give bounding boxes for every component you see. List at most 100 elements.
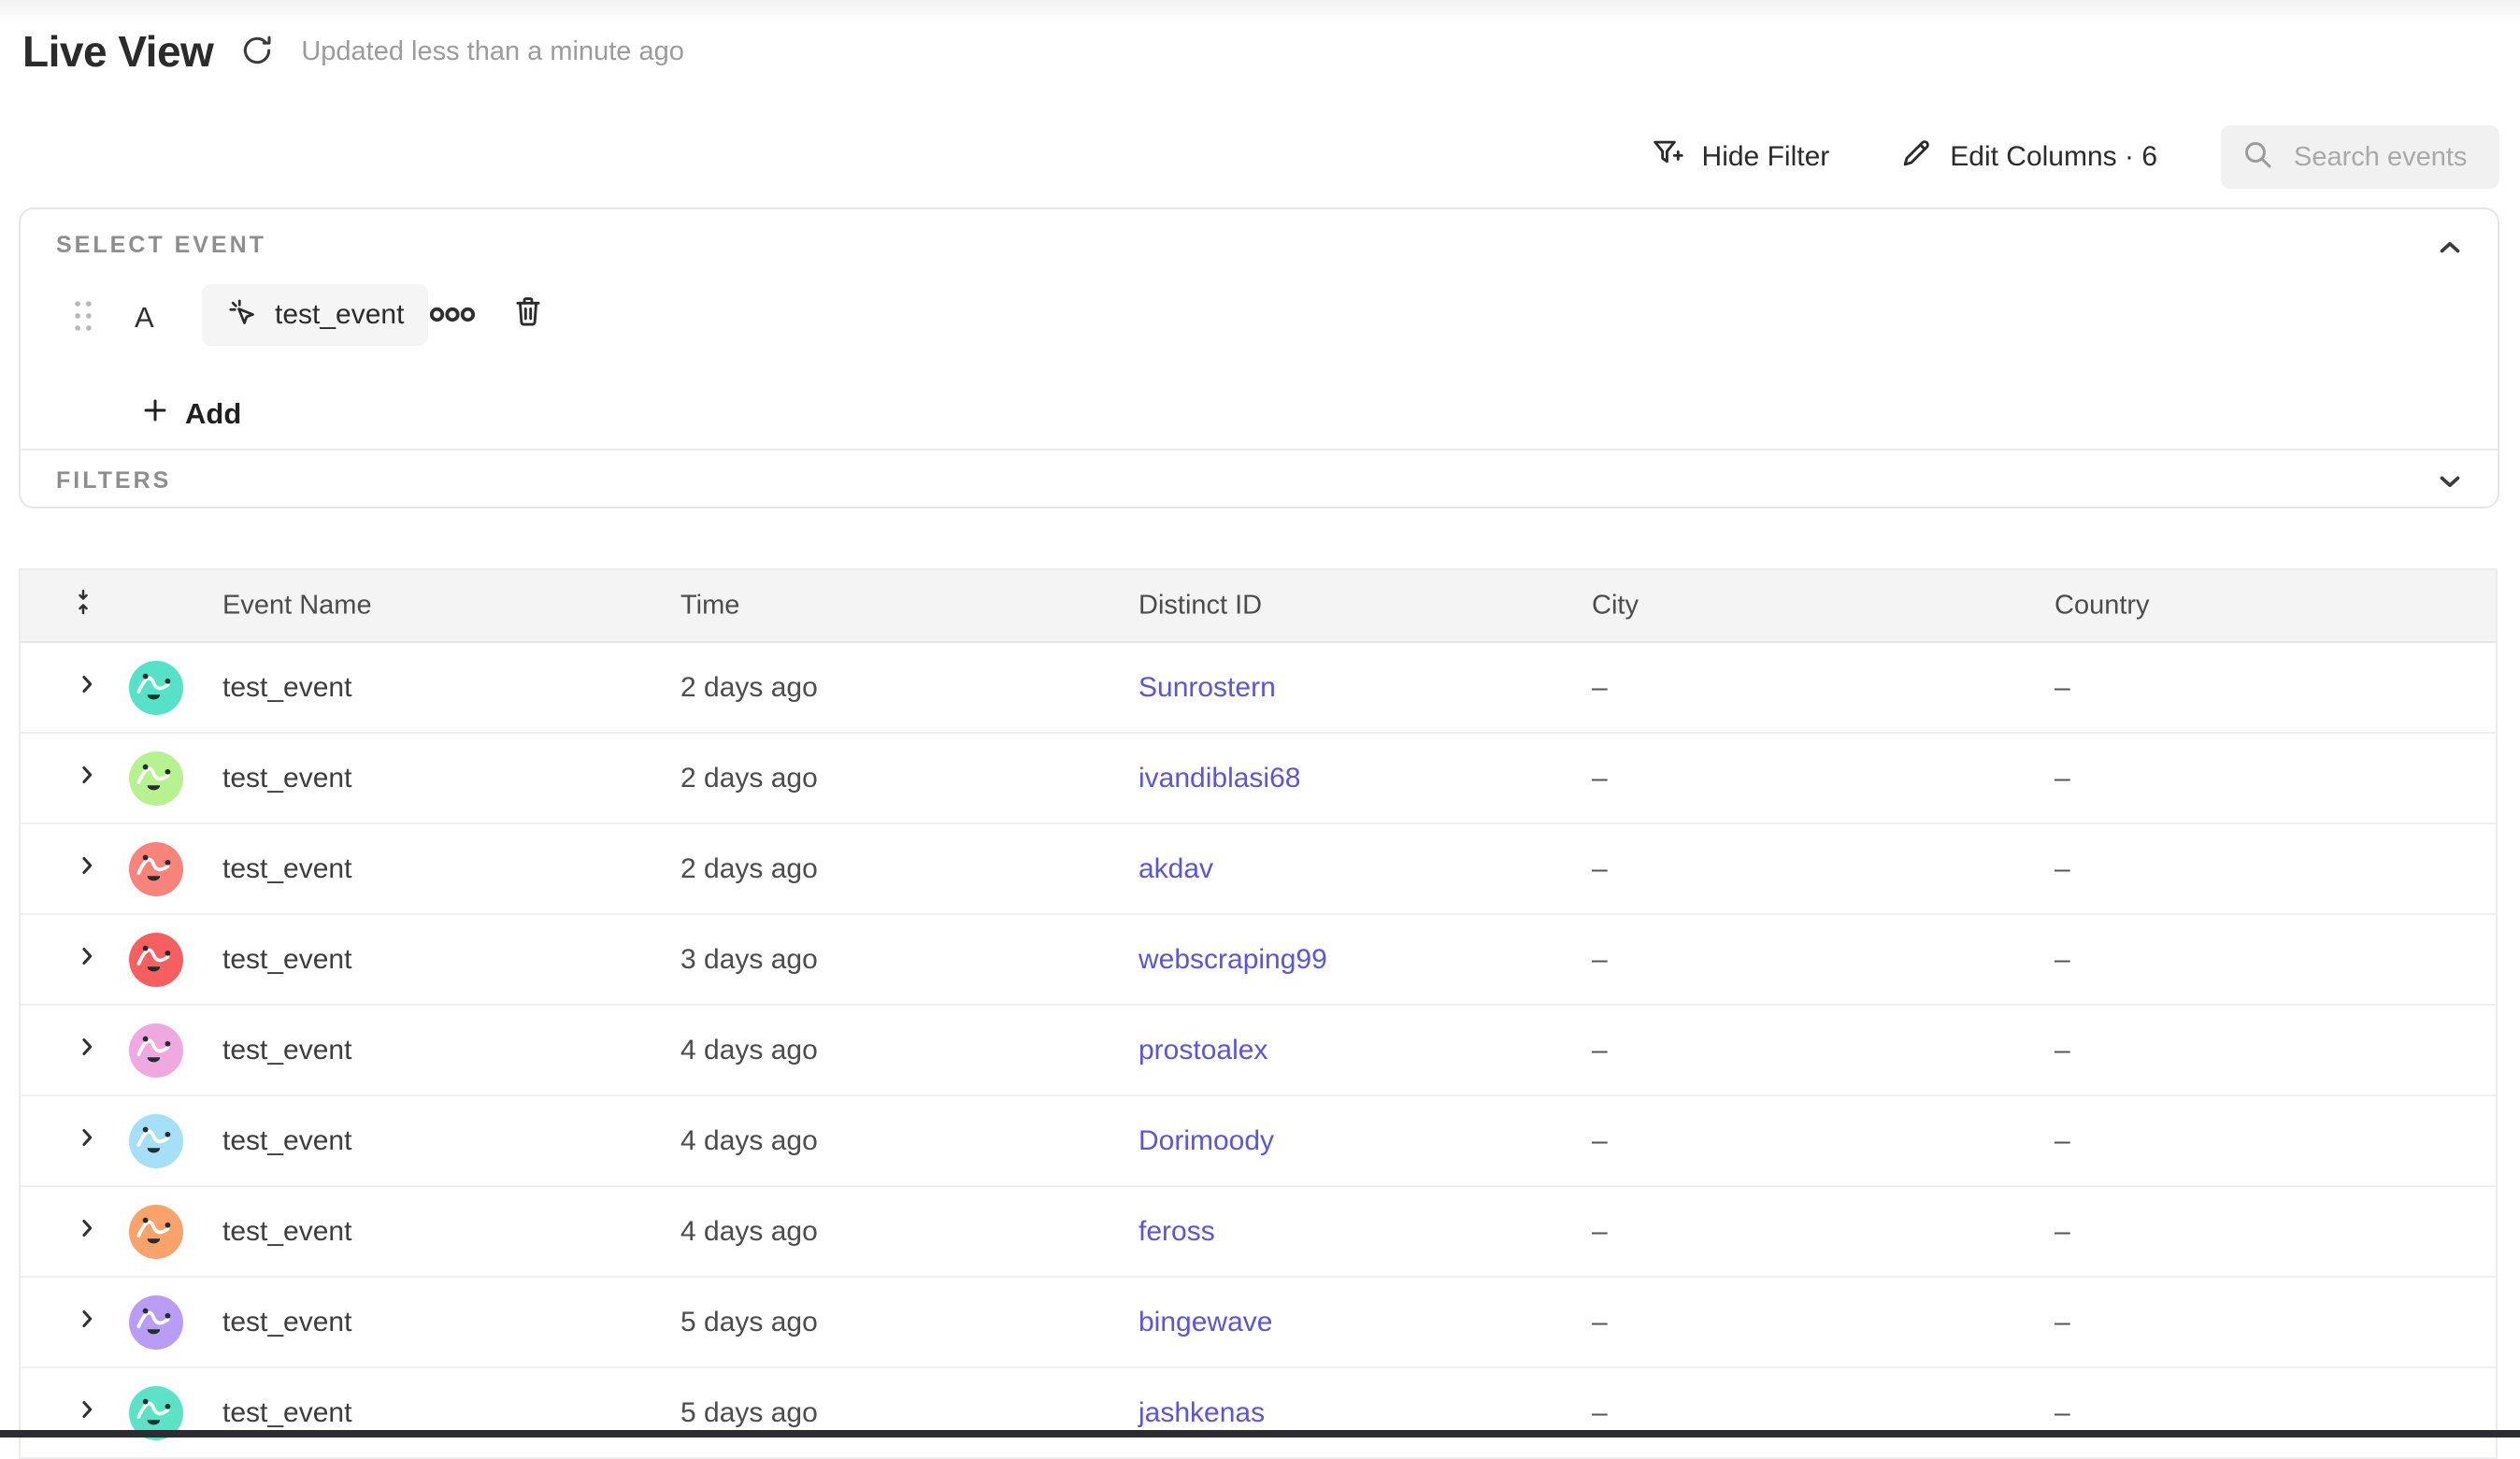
avatar-face-icon xyxy=(129,884,183,896)
filter-plus-icon xyxy=(1651,136,1686,179)
expand-row-button[interactable] xyxy=(73,1395,101,1431)
user-avatar xyxy=(129,1295,183,1350)
city-cell: – xyxy=(1592,853,1608,885)
search-input[interactable] xyxy=(2292,141,2479,174)
user-avatar xyxy=(129,661,183,715)
hide-filter-button[interactable]: Hide Filter xyxy=(1645,135,1836,179)
country-cell: – xyxy=(2055,1035,2070,1066)
add-event-button[interactable]: Add xyxy=(135,394,247,434)
event-cursor-spark-icon xyxy=(226,296,260,335)
table-body: test_event 2 days ago Sunrostern – – xyxy=(21,643,2496,1459)
expand-row-button[interactable] xyxy=(73,1033,101,1068)
distinct-id-link[interactable]: Sunrostern xyxy=(1138,672,1276,704)
avatar-face-icon xyxy=(129,1337,183,1350)
time-cell: 4 days ago xyxy=(680,1035,818,1066)
event-chip[interactable]: test_event xyxy=(202,284,428,346)
time-cell: 2 days ago xyxy=(680,763,818,794)
chevron-right-icon xyxy=(73,1399,101,1430)
event-step-letter: A xyxy=(135,301,154,335)
city-cell: – xyxy=(1592,1307,1608,1338)
chevron-right-icon xyxy=(73,1309,101,1339)
table-row: test_event 2 days ago Sunrostern – – xyxy=(21,643,2496,734)
country-cell: – xyxy=(2055,763,2070,794)
refresh-button[interactable] xyxy=(239,33,275,71)
city-cell: – xyxy=(1592,763,1608,794)
table-row: test_event 5 days ago jashkenas – – xyxy=(21,1368,2496,1459)
expand-row-button[interactable] xyxy=(73,670,101,706)
country-cell: – xyxy=(2055,1307,2070,1338)
expand-filters-button[interactable] xyxy=(2434,465,2466,502)
collapse-rows-icon xyxy=(69,595,97,625)
column-header-distinct-id: Distinct ID xyxy=(1138,591,1262,622)
expand-row-button[interactable] xyxy=(73,1305,101,1340)
avatar-face-icon xyxy=(129,975,183,987)
collapse-select-event-button[interactable] xyxy=(2434,232,2466,268)
page-header: Live View Updated less than a minute ago xyxy=(22,26,684,77)
country-cell: – xyxy=(2055,1216,2070,1248)
user-avatar xyxy=(129,1205,183,1259)
country-cell: – xyxy=(2055,853,2070,885)
chevron-right-icon xyxy=(73,1127,101,1158)
city-cell: – xyxy=(1592,1397,1608,1429)
city-cell: – xyxy=(1592,1125,1608,1157)
expand-row-button[interactable] xyxy=(73,761,101,796)
chevron-right-icon xyxy=(73,855,101,886)
event-name-cell: test_event xyxy=(222,853,351,885)
distinct-id-link[interactable]: jashkenas xyxy=(1138,1397,1265,1429)
table-row: test_event 2 days ago akdav – – xyxy=(21,824,2496,915)
distinct-id-link[interactable]: feross xyxy=(1138,1216,1215,1248)
bottom-window-bar xyxy=(0,1430,2520,1438)
avatar-face-icon xyxy=(129,1247,183,1259)
distinct-id-link[interactable]: bingewave xyxy=(1138,1307,1272,1338)
table-row: test_event 4 days ago prostoalex – – xyxy=(21,1006,2496,1096)
expand-row-button[interactable] xyxy=(73,942,101,978)
drag-handle-icon xyxy=(71,322,95,338)
city-cell: – xyxy=(1592,944,1608,976)
hide-filter-label: Hide Filter xyxy=(1702,141,1830,173)
expand-row-button[interactable] xyxy=(73,1214,101,1250)
edit-columns-button[interactable]: Edit Columns · 6 xyxy=(1893,135,2163,179)
event-name-cell: test_event xyxy=(222,672,351,704)
search-icon xyxy=(2241,138,2275,177)
event-more-options-button[interactable] xyxy=(428,305,477,329)
city-cell: – xyxy=(1592,1035,1608,1066)
city-cell: – xyxy=(1592,1216,1608,1248)
expand-row-button[interactable] xyxy=(73,1123,101,1159)
chevron-right-icon xyxy=(73,1037,101,1067)
distinct-id-link[interactable]: Dorimoody xyxy=(1138,1125,1274,1157)
time-cell: 5 days ago xyxy=(680,1307,818,1338)
table-row: test_event 2 days ago ivandiblasi68 – – xyxy=(21,734,2496,824)
distinct-id-link[interactable]: akdav xyxy=(1138,853,1213,885)
country-cell: – xyxy=(2055,672,2070,704)
distinct-id-link[interactable]: prostoalex xyxy=(1138,1035,1267,1066)
delete-event-button[interactable] xyxy=(510,292,546,336)
table-row: test_event 5 days ago bingewave – – xyxy=(21,1278,2496,1368)
query-builder-panel: SELECT EVENT A test_event xyxy=(19,207,2499,508)
user-avatar xyxy=(129,1023,183,1078)
user-avatar xyxy=(129,751,183,806)
pencil-icon xyxy=(1898,136,1934,179)
more-options-icon xyxy=(428,312,477,328)
expand-row-button[interactable] xyxy=(73,851,101,887)
event-name-cell: test_event xyxy=(222,1035,351,1066)
table-row: test_event 4 days ago feross – – xyxy=(21,1187,2496,1278)
column-header-event-name: Event Name xyxy=(222,591,372,622)
event-name-cell: test_event xyxy=(222,944,351,976)
avatar-face-icon xyxy=(129,1066,183,1078)
time-cell: 2 days ago xyxy=(680,853,818,885)
distinct-id-link[interactable]: ivandiblasi68 xyxy=(1138,763,1300,794)
event-name-cell: test_event xyxy=(222,763,351,794)
page-title: Live View xyxy=(22,26,213,77)
updated-status: Updated less than a minute ago xyxy=(301,36,684,67)
chevron-right-icon xyxy=(73,946,101,977)
avatar-face-icon xyxy=(129,703,183,715)
chevron-down-icon xyxy=(2434,485,2466,501)
event-chip-label: test_event xyxy=(275,299,404,331)
select-event-label: SELECT EVENT xyxy=(56,232,266,259)
drag-handle[interactable] xyxy=(71,297,95,339)
collapse-all-rows-button[interactable] xyxy=(69,585,97,626)
distinct-id-link[interactable]: webscraping99 xyxy=(1138,944,1327,976)
time-cell: 2 days ago xyxy=(680,672,818,704)
search-box[interactable] xyxy=(2221,125,2499,189)
avatar-face-icon xyxy=(129,794,183,806)
